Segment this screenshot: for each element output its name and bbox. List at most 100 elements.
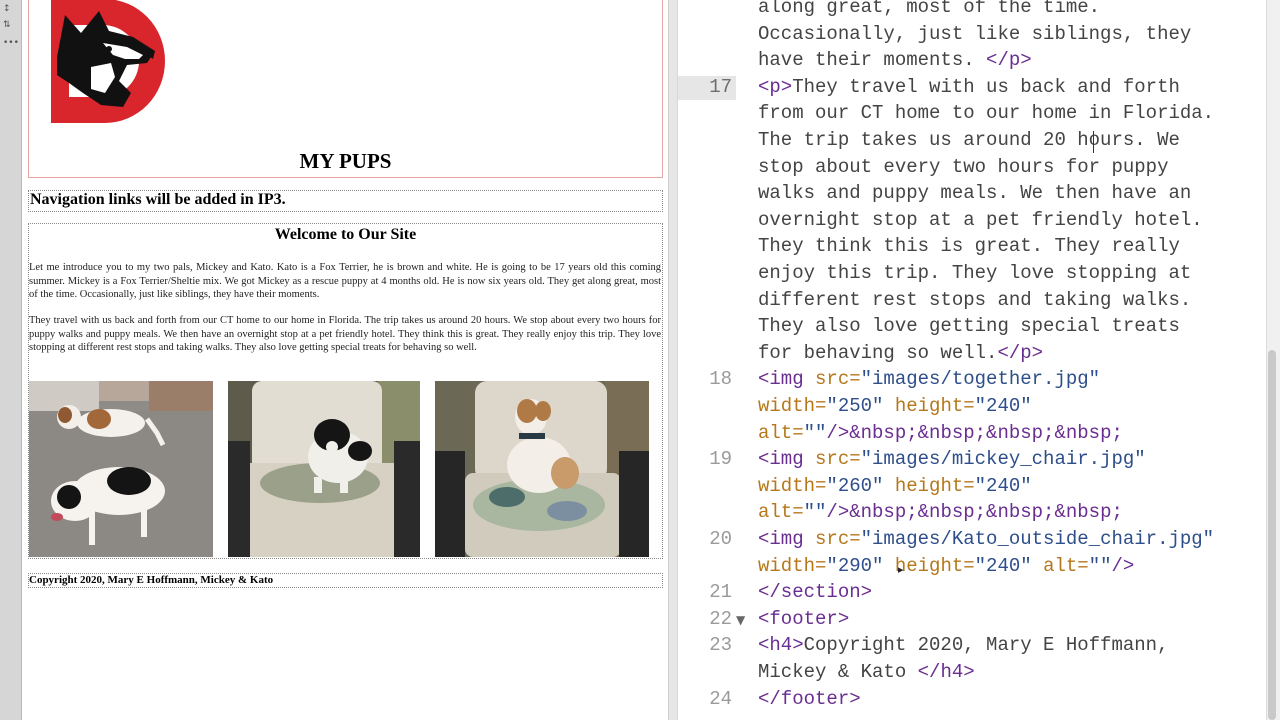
code-line[interactable]: Occasionally, just like siblings, they bbox=[758, 23, 1191, 45]
code-tag: /> bbox=[1111, 554, 1135, 577]
code-tag: </section> bbox=[758, 581, 873, 604]
code-text: along great, most of the time. bbox=[758, 0, 1101, 18]
pane-splitter[interactable] bbox=[668, 0, 678, 720]
code-tag: <h4> bbox=[758, 634, 804, 657]
together-photo bbox=[29, 381, 213, 557]
code-tag: />&nbsp;&nbsp;&nbsp;&nbsp; bbox=[826, 421, 1123, 444]
code-attribute: width= bbox=[758, 395, 827, 417]
code-attribute: src= bbox=[803, 448, 861, 471]
text-caret bbox=[1093, 131, 1094, 153]
line-number: 24 bbox=[709, 687, 732, 710]
line-number: 22 bbox=[709, 607, 732, 630]
code-tag: </p> bbox=[997, 341, 1044, 364]
code-line[interactable]: overnight stop at a pet friendly hotel. bbox=[758, 209, 1203, 231]
line-number: 21 bbox=[709, 581, 732, 604]
code-attribute: height= bbox=[883, 474, 975, 497]
code-string: "250" bbox=[826, 395, 884, 417]
site-title: MY PUPS bbox=[299, 149, 392, 173]
main-section: Welcome to Our Site Let me introduce you… bbox=[28, 223, 663, 559]
line-number: 18 bbox=[709, 368, 732, 391]
code-line[interactable]: from our CT home to our home in Florida. bbox=[758, 102, 1214, 124]
code-line[interactable]: width="290" height="240" alt=""/> bbox=[758, 555, 1134, 577]
code-attribute: alt= bbox=[758, 421, 804, 444]
code-attribute: width= bbox=[758, 474, 827, 497]
code-attribute: src= bbox=[803, 528, 861, 550]
footer-copyright: Copyright 2020, Mary E Hoffmann, Mickey … bbox=[29, 574, 274, 586]
code-line[interactable]: for behaving so well.</p> bbox=[758, 342, 1043, 364]
code-string: "290" bbox=[826, 554, 884, 577]
code-tag: </p> bbox=[986, 49, 1032, 72]
tool-icon-top[interactable]: ↕ bbox=[3, 4, 11, 14]
code-string: "" bbox=[803, 421, 827, 444]
code-attribute: src= bbox=[803, 368, 861, 391]
code-line[interactable]: <h4>Copyright 2020, Mary E Hoffmann, bbox=[758, 634, 1168, 656]
kato-outside-chair-photo bbox=[435, 381, 649, 557]
code-attribute: height= bbox=[883, 395, 975, 417]
tool-strip: ↕ ⇅ ••• bbox=[0, 0, 22, 720]
code-line[interactable]: width="250" height="240" bbox=[758, 395, 1032, 417]
code-text: from our CT home to our home in Florida. bbox=[758, 102, 1215, 125]
intro-paragraph: Let me introduce you to my two pals, Mic… bbox=[29, 262, 661, 300]
code-text: have their moments. bbox=[758, 49, 987, 72]
code-string: "240" bbox=[974, 554, 1032, 577]
sort-icon[interactable]: ⇅ bbox=[3, 20, 11, 30]
code-line[interactable]: have their moments. </p> bbox=[758, 49, 1032, 71]
code-tag: </footer> bbox=[758, 687, 861, 710]
code-string: "images/mickey_chair.jpg" bbox=[860, 448, 1146, 471]
more-icon[interactable]: ••• bbox=[3, 38, 19, 48]
code-line[interactable]: Mickey & Kato </h4> bbox=[758, 661, 975, 683]
site-footer: Copyright 2020, Mary E Hoffmann, Mickey … bbox=[28, 573, 663, 588]
code-line[interactable]: <img src="images/together.jpg" bbox=[758, 368, 1100, 390]
code-text: Occasionally, just like siblings, they bbox=[758, 22, 1192, 45]
code-line[interactable]: stop about every two hours for puppy bbox=[758, 156, 1168, 178]
code-string: "260" bbox=[826, 474, 884, 497]
code-tag: <p> bbox=[758, 75, 793, 98]
code-line[interactable]: </section> bbox=[758, 581, 872, 603]
mickey-chair-photo bbox=[228, 381, 420, 557]
line-number: 23 bbox=[709, 634, 732, 657]
code-line[interactable]: <img src="images/mickey_chair.jpg" bbox=[758, 448, 1146, 470]
code-line[interactable]: alt=""/>&nbsp;&nbsp;&nbsp;&nbsp; bbox=[758, 501, 1123, 523]
code-text: Copyright 2020, Mary E Hoffmann, bbox=[803, 634, 1169, 657]
code-line[interactable]: enjoy this trip. They love stopping at bbox=[758, 262, 1191, 284]
code-line[interactable]: alt=""/>&nbsp;&nbsp;&nbsp;&nbsp; bbox=[758, 422, 1123, 444]
live-preview-pane: MY PUPS Navigation links will be added i… bbox=[22, 0, 668, 720]
line-number: 17 bbox=[709, 75, 732, 98]
code-text: They also love getting special treats bbox=[758, 315, 1180, 338]
code-line[interactable]: <p>They travel with us back and forth bbox=[758, 76, 1180, 98]
code-text: They travel with us back and forth bbox=[792, 75, 1180, 98]
code-text: overnight stop at a pet friendly hotel. bbox=[758, 208, 1203, 231]
code-tag: <img bbox=[758, 368, 804, 391]
code-line[interactable]: <img src="images/Kato_outside_chair.jpg" bbox=[758, 528, 1214, 550]
code-line[interactable]: The trip takes us around 20 hours. We bbox=[758, 129, 1180, 151]
code-text: different rest stops and taking walks. bbox=[758, 288, 1192, 311]
code-tag: </h4> bbox=[917, 661, 975, 683]
editor-scroll-thumb[interactable] bbox=[1268, 350, 1276, 720]
code-line[interactable]: They think this is great. They really bbox=[758, 235, 1180, 257]
code-text: walks and puppy meals. We then have an bbox=[758, 182, 1192, 205]
code-line[interactable]: width="260" height="240" bbox=[758, 475, 1032, 497]
code-line[interactable]: along great, most of the time. bbox=[758, 0, 1100, 18]
code-editor[interactable]: along great, most of the time. Occasional… bbox=[678, 0, 1280, 720]
code-line[interactable]: walks and puppy meals. We then have an bbox=[758, 182, 1191, 204]
code-line[interactable]: <footer> bbox=[758, 608, 849, 630]
code-string: "" bbox=[1088, 554, 1112, 577]
code-text: stop about every two hours for puppy bbox=[758, 155, 1169, 178]
code-string: "" bbox=[803, 501, 827, 524]
code-tag: <footer> bbox=[758, 607, 850, 630]
code-line[interactable]: different rest stops and taking walks. bbox=[758, 289, 1191, 311]
travel-paragraph: They travel with us back and forth from … bbox=[29, 315, 661, 353]
line-number: 19 bbox=[709, 448, 732, 471]
code-string: "240" bbox=[974, 395, 1032, 417]
fold-arrow-icon[interactable]: ▼ bbox=[736, 613, 745, 627]
line-number: 20 bbox=[709, 528, 732, 550]
code-line[interactable]: They also love getting special treats bbox=[758, 315, 1180, 337]
code-text: enjoy this trip. They love stopping at bbox=[758, 262, 1192, 284]
code-text: Mickey & Kato bbox=[758, 661, 918, 683]
code-string: "images/together.jpg" bbox=[860, 368, 1101, 391]
mouse-cursor-icon: ▸ bbox=[898, 563, 904, 576]
code-text: They think this is great. They really bbox=[758, 235, 1180, 258]
code-text: The trip takes us around 20 hours. We bbox=[758, 129, 1180, 151]
husky-logo-icon bbox=[51, 0, 165, 123]
code-line[interactable]: </footer> bbox=[758, 688, 861, 710]
